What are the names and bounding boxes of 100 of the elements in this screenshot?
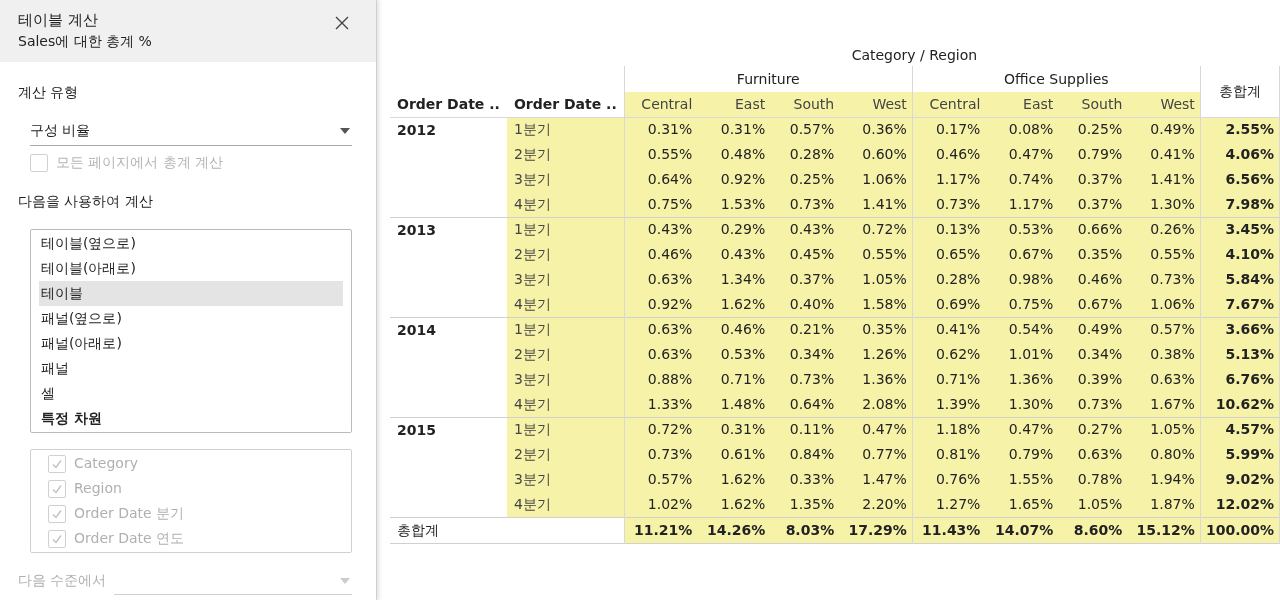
value-cell: 0.63% (1127, 367, 1201, 392)
value-cell: 0.27% (1058, 417, 1128, 442)
value-cell: 4.06% (1200, 142, 1280, 167)
value-cell: 0.35% (1058, 242, 1128, 267)
value-cell: 1.02% (624, 492, 698, 517)
value-cell: 9.02% (1200, 467, 1280, 492)
value-cell: 0.55% (624, 142, 698, 167)
value-cell: 0.47% (985, 417, 1059, 442)
value-cell: 1.17% (985, 192, 1059, 217)
value-cell: 0.73% (1058, 392, 1128, 417)
value-cell: 2.55% (1200, 117, 1280, 142)
value-cell: 1.05% (1058, 492, 1128, 517)
value-cell: 0.80% (1127, 442, 1201, 467)
value-cell: 0.39% (1058, 367, 1128, 392)
value-cell: 1.55% (985, 467, 1059, 492)
column-group-title: Category / Region (851, 45, 978, 65)
value-cell: 0.78% (1058, 467, 1128, 492)
list-item[interactable]: 테이블(아래로) (39, 256, 343, 281)
year-cell: 2015 (390, 417, 507, 517)
value-cell: 0.57% (770, 117, 840, 142)
checkbox-label: Category (74, 454, 138, 473)
value-cell: 1.01% (985, 342, 1059, 367)
quarter-cell: 4분기 (506, 292, 625, 317)
list-item[interactable]: 테이블 (39, 281, 343, 306)
quarter-cell: 2분기 (506, 242, 625, 267)
value-cell: 1.30% (1127, 192, 1201, 217)
calc-type-dropdown[interactable]: 구성 비율 (30, 116, 352, 146)
value-cell: 10.62% (1200, 392, 1280, 417)
value-cell: 5.84% (1200, 267, 1280, 292)
value-cell: 0.11% (770, 417, 840, 442)
section-label: 다음을 사용하여 계산 (18, 192, 154, 211)
total-cell: 8.03% (770, 517, 840, 543)
value-cell: 1.62% (697, 492, 771, 517)
value-cell: 0.67% (1058, 292, 1128, 317)
list-item[interactable]: 셀 (39, 381, 343, 406)
quarter-cell: 2분기 (506, 442, 625, 467)
value-cell: 1.27% (912, 492, 986, 517)
value-cell: 3.66% (1200, 317, 1280, 342)
value-cell: 0.76% (912, 467, 986, 492)
value-cell: 0.37% (1058, 167, 1128, 192)
grand-total-label: 총합계 (390, 517, 625, 543)
year-cell: 2013 (390, 217, 507, 317)
quarter-cell: 1분기 (506, 117, 625, 142)
quarter-cell: 1분기 (506, 417, 625, 442)
value-cell: 0.37% (770, 267, 840, 292)
value-cell: 0.34% (770, 342, 840, 367)
year-cell: 2014 (390, 317, 507, 417)
value-cell: 1.65% (985, 492, 1059, 517)
value-cell: 0.08% (985, 117, 1059, 142)
value-cell: 0.31% (697, 417, 771, 442)
list-item[interactable]: 패널(아래로) (39, 331, 343, 356)
value-cell: 1.34% (697, 267, 771, 292)
value-cell: 0.81% (912, 442, 986, 467)
value-cell: 1.26% (839, 342, 913, 367)
quarter-cell: 4분기 (506, 392, 625, 417)
value-cell: 5.99% (1200, 442, 1280, 467)
value-cell: 1.48% (697, 392, 771, 417)
list-item[interactable]: 테이블(옆으로) (39, 231, 343, 256)
value-cell: 1.87% (1127, 492, 1201, 517)
value-cell: 0.45% (770, 242, 840, 267)
region-header: West (839, 92, 913, 117)
value-cell: 0.60% (839, 142, 913, 167)
list-item[interactable]: 특정 차원 (39, 406, 343, 431)
value-cell: 0.35% (839, 317, 913, 342)
value-cell: 1.36% (985, 367, 1059, 392)
value-cell: 0.79% (1058, 142, 1128, 167)
value-cell: 1.35% (770, 492, 840, 517)
value-cell: 0.67% (985, 242, 1059, 267)
value-cell: 0.41% (1127, 142, 1201, 167)
quarter-cell: 3분기 (506, 367, 625, 392)
value-cell: 1.94% (1127, 467, 1201, 492)
list-item[interactable]: 패널(옆으로) (39, 306, 343, 331)
value-cell: 0.88% (624, 367, 698, 392)
value-cell: 0.73% (912, 192, 986, 217)
value-cell: 0.66% (1058, 217, 1128, 242)
value-cell: 0.47% (839, 417, 913, 442)
value-cell: 0.63% (624, 342, 698, 367)
year-cell: 2012 (390, 117, 507, 217)
checkmark-icon (51, 457, 63, 470)
value-cell: 1.62% (697, 467, 771, 492)
value-cell: 0.98% (985, 267, 1059, 292)
checkmark-icon (51, 532, 63, 545)
value-cell: 6.76% (1200, 367, 1280, 392)
close-icon[interactable] (334, 15, 350, 31)
field-label: 다음 수준에서 (18, 571, 107, 590)
list-item[interactable]: 패널 (39, 356, 343, 381)
total-cell: 11.43% (912, 517, 986, 543)
value-cell: 0.43% (697, 242, 771, 267)
value-cell: 1.18% (912, 417, 986, 442)
value-cell: 5.13% (1200, 342, 1280, 367)
region-header: South (1058, 92, 1128, 117)
value-cell: 1.58% (839, 292, 913, 317)
value-cell: 1.39% (912, 392, 986, 417)
quarter-cell: 1분기 (506, 317, 625, 342)
region-header: Central (912, 92, 986, 117)
quarter-cell: 3분기 (506, 467, 625, 492)
value-cell: 1.06% (1127, 292, 1201, 317)
value-cell: 0.54% (985, 317, 1059, 342)
section-label: 계산 유형 (18, 83, 80, 102)
value-cell: 0.26% (1127, 217, 1201, 242)
